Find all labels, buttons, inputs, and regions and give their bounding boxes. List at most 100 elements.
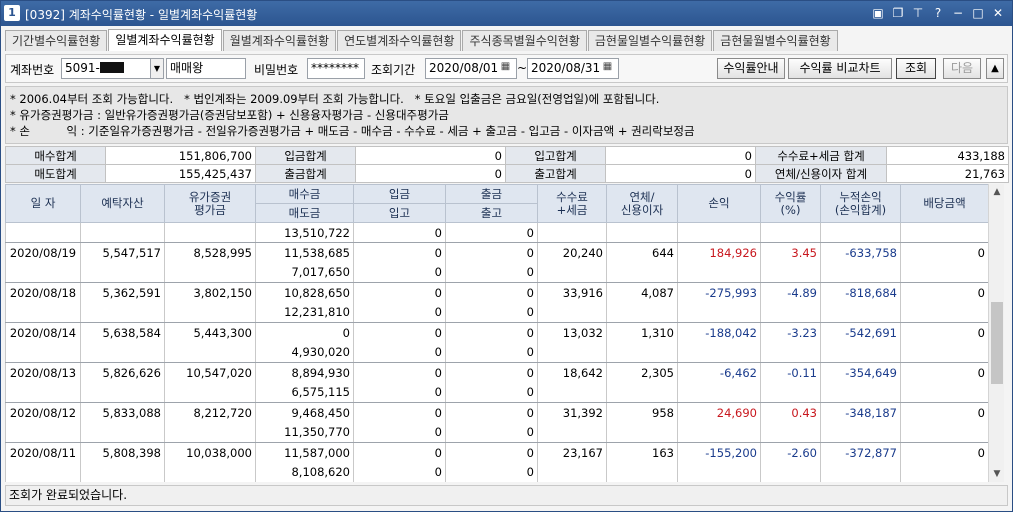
- cell-in: 0: [353, 382, 446, 403]
- cell-date: 2020/08/11: [5, 442, 81, 463]
- summary-value: 0: [355, 146, 506, 165]
- col-header-fee-tax[interactable]: 수수료 +세금: [537, 184, 607, 223]
- table-row-sub[interactable]: 8,108,620 0 0: [5, 462, 988, 482]
- collapse-up-button[interactable]: ▲: [986, 58, 1004, 79]
- help-icon[interactable]: ?: [930, 5, 946, 21]
- cell-withdraw: 0: [445, 402, 538, 423]
- title-bar[interactable]: 1 [0392] 계좌수익률현황 - 일별계좌수익률현황 ▣ ❐ ⊤ ? − □…: [1, 1, 1012, 26]
- cell-date: 2020/08/14: [5, 322, 81, 343]
- cell-in: 0: [353, 342, 446, 363]
- cell-in: 0: [353, 302, 446, 323]
- cell-interest: 644: [606, 242, 678, 263]
- daily-return-grid[interactable]: 일 자 예탁자산 유가증권 평가금 매수금 입금 출금 수수료 +세금 연체/신용이…: [5, 184, 988, 482]
- cell-dividend: 0: [900, 282, 988, 303]
- cell-deposit: 0: [353, 322, 446, 343]
- cell-cumulative-pnl: -818,684: [820, 282, 901, 303]
- table-row[interactable]: 2020/08/14 5,638,584 5,443,300 0 0 0 13,032 1,3…: [5, 322, 988, 343]
- date-separator: ~: [517, 61, 528, 75]
- cell-buy: 0: [255, 322, 354, 343]
- pin-icon[interactable]: ⊤: [910, 5, 926, 21]
- tab-monthly-return[interactable]: 월별계좌수익률현황: [222, 30, 337, 51]
- table-row[interactable]: 2020/08/13 5,826,626 10,547,020 8,894,930 0 0…: [5, 362, 988, 383]
- col-header-securities-eval[interactable]: 유가증권 평가금: [164, 184, 256, 223]
- col-header-return-rate[interactable]: 수익률 (%): [760, 184, 821, 223]
- cell-fee-tax: 33,916: [537, 282, 607, 303]
- summary-row: 매도합계 155,425,437 출금합계 0 출고합계 0 연체/신용이자 합…: [5, 164, 1009, 183]
- cell-date: 2020/08/18: [5, 282, 81, 303]
- table-row[interactable]: 2020/08/19 5,547,517 8,528,995 11,538,685 0 0…: [5, 242, 988, 263]
- col-header-deposit[interactable]: 입금: [353, 184, 446, 204]
- col-header-interest[interactable]: 연체/신용이자: [606, 184, 678, 223]
- table-row-sub[interactable]: 4,930,020 0 0: [5, 342, 988, 363]
- calendar-icon[interactable]: ▦: [601, 61, 614, 74]
- cell-date: 2020/08/19: [5, 242, 81, 263]
- scroll-thumb[interactable]: [991, 302, 1003, 384]
- scroll-down-icon[interactable]: ▼: [989, 466, 1005, 482]
- cell-buy: 9,468,450: [255, 402, 354, 423]
- account-name-field: 매매왕: [166, 58, 246, 79]
- col-header-in[interactable]: 입고: [353, 203, 446, 223]
- col-header-dividend[interactable]: 배당금액: [900, 184, 988, 223]
- tab-yearly-return[interactable]: 연도별계좌수익률현황: [337, 30, 462, 51]
- password-field[interactable]: ********: [307, 58, 365, 79]
- cell-in: 0: [353, 422, 446, 443]
- close-icon[interactable]: ✕: [990, 5, 1006, 21]
- query-toolbar: 계좌번호 5091- ▼ 매매왕 비밀번호 ******** 조회기간 2020…: [5, 54, 1008, 83]
- tab-gold-monthly[interactable]: 금현물월별수익률현황: [713, 30, 838, 51]
- scroll-up-icon[interactable]: ▲: [989, 184, 1005, 200]
- next-button[interactable]: 다음: [943, 58, 981, 79]
- cell-in: 0: [353, 222, 446, 243]
- cell-securities-eval: 10,547,020: [164, 362, 256, 383]
- cell-deposit-asset: 5,826,626: [80, 362, 165, 383]
- table-row-sub[interactable]: 7,017,650 0 0: [5, 262, 988, 283]
- cell-securities-eval: 5,443,300: [164, 322, 256, 343]
- table-row-sub[interactable]: 12,231,810 0 0: [5, 302, 988, 323]
- cell-cumulative-pnl: -348,187: [820, 402, 901, 423]
- return-compare-chart-button[interactable]: 수익률 비교차트: [788, 58, 892, 79]
- cell-out: 0: [445, 382, 538, 403]
- col-header-date[interactable]: 일 자: [5, 184, 81, 223]
- masked-digits: [99, 62, 124, 73]
- return-guide-button[interactable]: 수익률안내: [717, 58, 785, 79]
- account-number-field[interactable]: 5091-: [61, 58, 151, 79]
- calendar-icon[interactable]: ▦: [499, 61, 512, 74]
- query-button[interactable]: 조회: [896, 58, 936, 79]
- table-row[interactable]: 2020/08/11 5,808,398 10,038,000 11,587,000 0…: [5, 442, 988, 463]
- cell-sell: 6,575,115: [255, 382, 354, 403]
- col-header-sell[interactable]: 매도금: [255, 203, 354, 223]
- table-row-sub[interactable]: 6,575,115 0 0: [5, 382, 988, 403]
- summary-label: 매수합계: [5, 146, 106, 165]
- window-icon[interactable]: ▣: [870, 5, 886, 21]
- table-row[interactable]: 13,510,722 0 0: [5, 222, 988, 243]
- tab-gold-daily[interactable]: 금현물일별수익률현황: [587, 30, 713, 51]
- tab-daily-return[interactable]: 일별계좌수익률현황: [108, 29, 222, 51]
- col-header-deposit-asset[interactable]: 예탁자산: [80, 184, 165, 223]
- col-header-buy[interactable]: 매수금: [255, 184, 354, 204]
- cell-date: 2020/08/13: [5, 362, 81, 383]
- summary-value: 21,763: [886, 164, 1009, 183]
- vertical-scrollbar[interactable]: ▲ ▼: [988, 184, 1004, 482]
- account-dropdown-icon[interactable]: ▼: [150, 58, 164, 79]
- cell-fee-tax: 31,392: [537, 402, 607, 423]
- cell-pnl: 24,690: [677, 402, 761, 423]
- cell-out: 0: [445, 222, 538, 243]
- table-row[interactable]: 2020/08/18 5,362,591 3,802,150 10,828,650 0 0…: [5, 282, 988, 303]
- summary-label: 연체/신용이자 합계: [755, 164, 887, 183]
- cell-pnl: -155,200: [677, 442, 761, 463]
- col-header-cumulative-pnl[interactable]: 누적손익 (손익합계): [820, 184, 901, 223]
- maximize-icon[interactable]: □: [970, 5, 986, 21]
- col-header-withdraw[interactable]: 출금: [445, 184, 538, 204]
- tab-period-return[interactable]: 기간별수익률현황: [5, 30, 108, 51]
- cell-dividend: 0: [900, 402, 988, 423]
- cell-buy: 11,538,685: [255, 242, 354, 263]
- cell-withdraw: 0: [445, 442, 538, 463]
- restore-icon[interactable]: ❐: [890, 5, 906, 21]
- table-row-sub[interactable]: 11,350,770 0 0: [5, 422, 988, 443]
- col-header-out[interactable]: 출고: [445, 203, 538, 223]
- minimize-icon[interactable]: −: [950, 5, 966, 21]
- cell-interest: 2,305: [606, 362, 678, 383]
- tab-stock-monthly[interactable]: 주식종목별월수익현황: [462, 30, 587, 51]
- col-header-pnl[interactable]: 손익: [677, 184, 761, 223]
- table-row[interactable]: 2020/08/12 5,833,088 8,212,720 9,468,450 0 0 3…: [5, 402, 988, 423]
- cell-securities-eval: 3,802,150: [164, 282, 256, 303]
